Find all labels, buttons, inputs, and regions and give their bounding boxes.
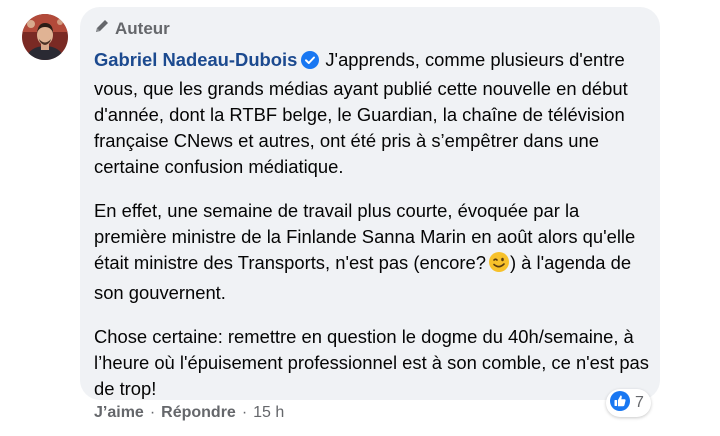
comment-text: Gabriel Nadeau-Dubois J'apprends, comme p… <box>94 47 650 420</box>
comment-actions: J’aime · Répondre · 15 h <box>94 404 284 422</box>
reactions-count: 7 <box>635 394 644 411</box>
separator: · <box>149 404 156 421</box>
verified-badge-icon <box>301 50 320 76</box>
separator: · <box>241 404 248 421</box>
reactions-summary[interactable]: 7 <box>606 389 651 417</box>
wink-emoji-icon <box>488 251 510 280</box>
comment-bubble: Auteur Gabriel Nadeau-Dubois J'apprends, … <box>80 7 660 400</box>
like-icon <box>609 390 631 417</box>
comment-paragraph-3-text: Chose certaine: remettre en question le … <box>94 326 649 399</box>
timestamp-link[interactable]: 15 h <box>253 404 284 422</box>
author-name-link[interactable]: Gabriel Nadeau-Dubois <box>94 49 297 70</box>
comment-paragraph: Chose certaine: remettre en question le … <box>94 324 650 402</box>
author-badge: Auteur <box>94 18 170 39</box>
avatar[interactable] <box>22 14 68 60</box>
pencil-icon <box>94 18 110 39</box>
reply-button[interactable]: Répondre <box>161 404 236 422</box>
author-badge-label: Auteur <box>115 18 170 38</box>
comment-paragraph: En effet, une semaine de travail plus co… <box>94 198 650 306</box>
comment-paragraph: Gabriel Nadeau-Dubois J'apprends, comme p… <box>94 47 650 180</box>
like-button[interactable]: J’aime <box>94 404 144 422</box>
